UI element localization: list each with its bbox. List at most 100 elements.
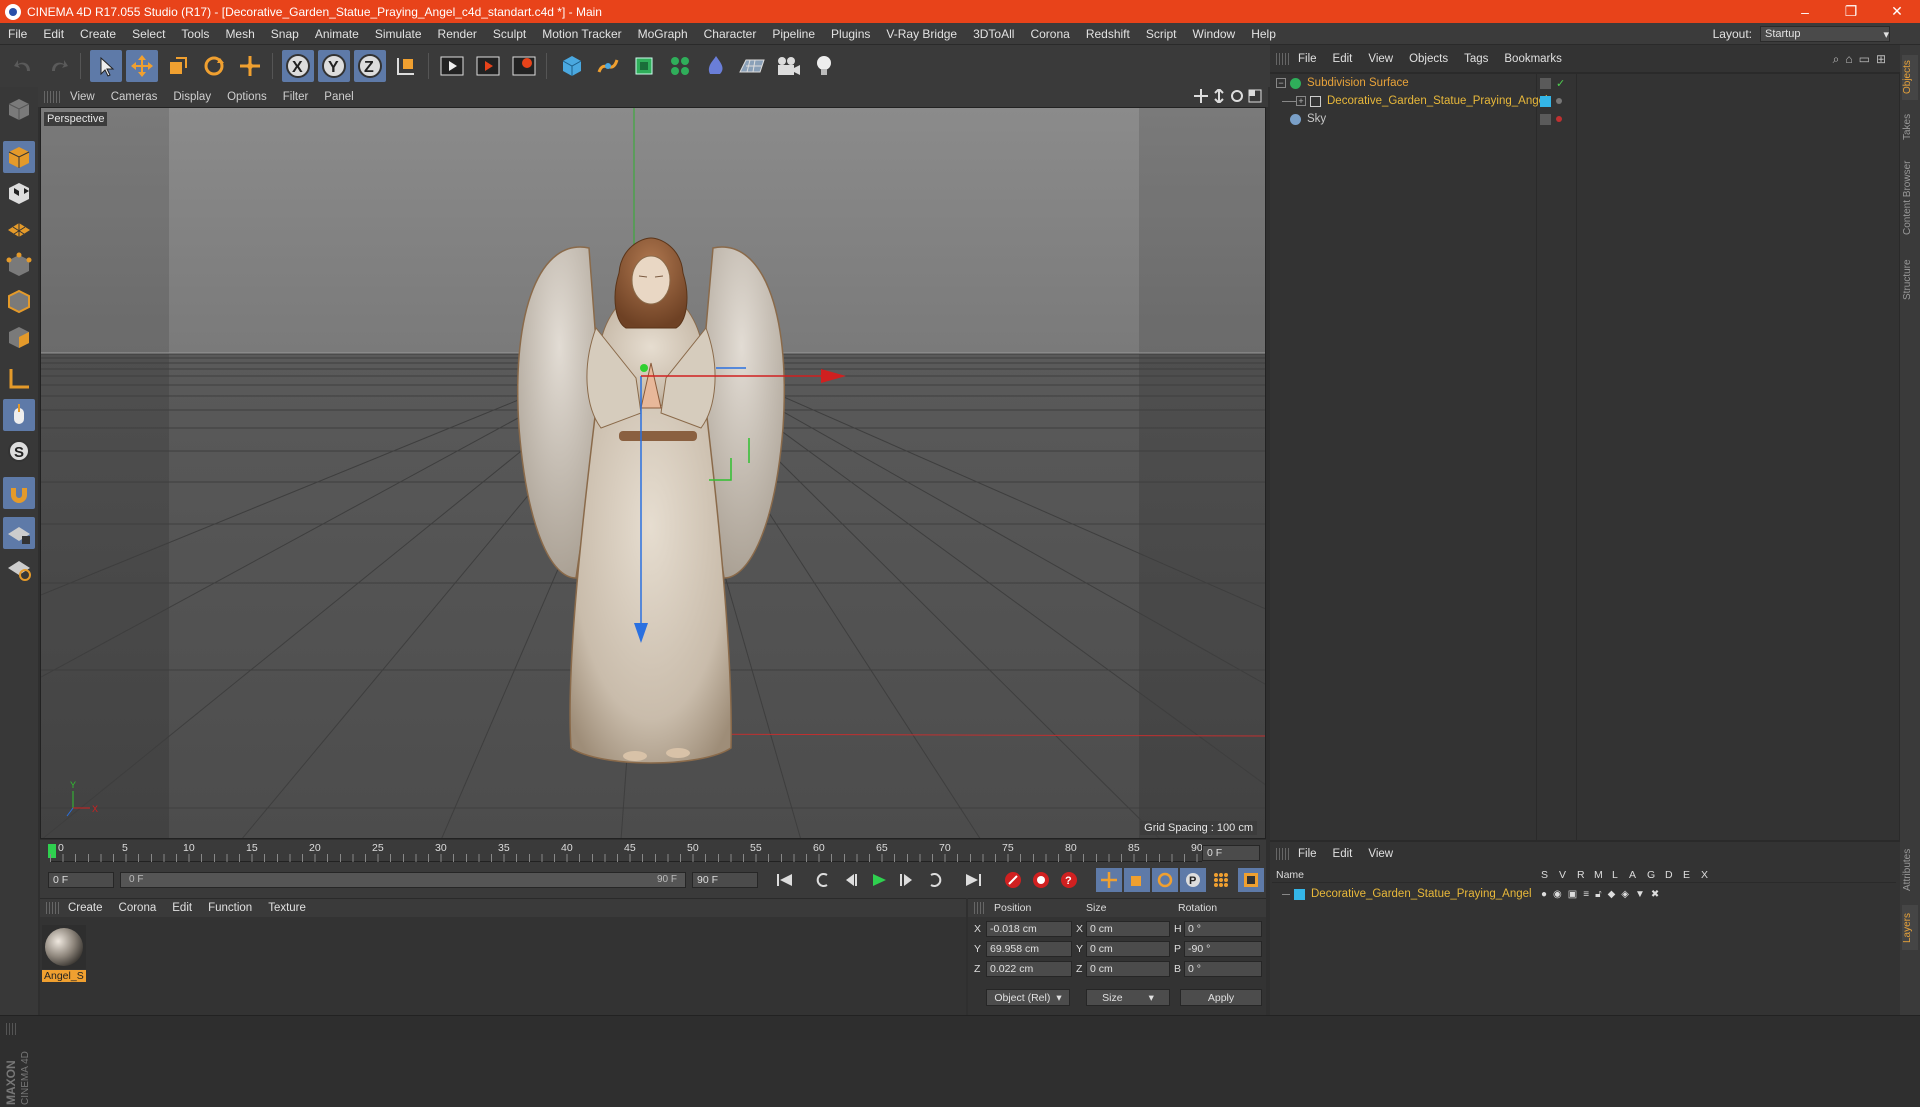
viewport-menu-filter[interactable]: Filter [275,91,317,103]
rotate-tool-icon[interactable] [198,50,230,82]
current-frame-field[interactable]: 0 F [1202,845,1260,861]
objects-menu-bookmarks[interactable]: Bookmarks [1496,53,1570,65]
menu-corona[interactable]: Corona [1022,27,1077,41]
menu-script[interactable]: Script [1138,27,1185,41]
menu-sculpt[interactable]: Sculpt [485,27,534,41]
point-level-key-icon[interactable] [1208,868,1234,892]
objects-menu-view[interactable]: View [1360,53,1401,65]
column-xrefs[interactable]: X [1701,869,1708,881]
viewport-menu-display[interactable]: Display [165,91,219,103]
points-mode-icon[interactable] [3,249,35,281]
snap-icon[interactable] [3,477,35,509]
panel-grip-icon[interactable] [1276,53,1290,65]
preview-range-slider[interactable]: 0 F 90 F [120,872,686,888]
render-toggle-icon[interactable]: ▣ [1568,889,1577,900]
material-menu-edit[interactable]: Edit [164,902,200,914]
go-to-start-icon[interactable] [772,868,798,892]
viewport-menu-cameras[interactable]: Cameras [103,91,166,103]
material-swatch[interactable]: Angel_S [42,925,86,985]
position-key-icon[interactable] [1096,868,1122,892]
search-icon[interactable]: ⌕ [1833,52,1840,67]
rotation-key-icon[interactable] [1152,868,1178,892]
workplane-rotate-icon[interactable] [3,553,35,585]
viewport-menu-view[interactable]: View [62,91,103,103]
tab-objects[interactable]: Objects [1902,55,1918,100]
lock-toggle-icon[interactable]: 🔓︎ [1595,889,1601,900]
material-menu-create[interactable]: Create [60,902,111,914]
workplane-mode-icon[interactable] [3,213,35,245]
menu-motion-tracker[interactable]: Motion Tracker [534,27,629,41]
menu-render[interactable]: Render [430,27,485,41]
menu-file[interactable]: File [0,27,35,41]
object-row-sky[interactable]: Sky [1272,110,1896,128]
camera-icon[interactable] [772,50,804,82]
tab-takes[interactable]: Takes [1902,107,1918,147]
layer-color-icon[interactable] [1540,95,1551,107]
menu-character[interactable]: Character [696,27,765,41]
material-menu-corona[interactable]: Corona [111,902,165,914]
menu-help[interactable]: Help [1243,27,1284,41]
layers-menu-view[interactable]: View [1360,848,1401,860]
pen-spline-icon[interactable] [592,50,624,82]
layers-menu-edit[interactable]: Edit [1325,848,1361,860]
column-render[interactable]: R [1577,869,1585,881]
home-icon[interactable]: ⌂ [1845,52,1852,67]
menu-3dtoall[interactable]: 3DToAll [965,27,1022,41]
render-view-icon[interactable] [436,50,468,82]
panel-grip-icon[interactable] [44,91,62,103]
rotation-p-field[interactable]: -90 ° [1184,941,1262,957]
recent-tools-icon[interactable] [234,50,266,82]
object-row-angel-statue[interactable]: + Decorative_Garden_Statue_Praying_Angel [1272,92,1896,110]
move-tool-icon[interactable] [126,50,158,82]
size-x-field[interactable]: 0 cm [1086,921,1170,937]
menu-mograph[interactable]: MoGraph [630,27,696,41]
position-z-field[interactable]: 0.022 cm [986,961,1072,977]
next-frame-icon[interactable] [894,868,920,892]
menu-snap[interactable]: Snap [263,27,307,41]
expand-icon[interactable]: + [1296,96,1306,106]
menu-select[interactable]: Select [124,27,173,41]
size-mode-dropdown[interactable]: Size ▾ [1086,989,1170,1006]
menu-tools[interactable]: Tools [173,27,217,41]
manager-toggle-icon[interactable]: ≡ [1583,889,1589,900]
enabled-check-icon[interactable]: ✓ [1556,77,1565,90]
solo-toggle-icon[interactable]: ● [1541,889,1547,900]
solo-mode-icon[interactable]: S [3,435,35,467]
panel-grip-icon[interactable] [1276,848,1290,860]
column-animation[interactable]: A [1629,869,1636,881]
objects-menu-tags[interactable]: Tags [1456,53,1496,65]
scale-tool-icon[interactable] [162,50,194,82]
deformer-toggle-icon[interactable]: ▼ [1635,889,1645,900]
visibility-tag-icon[interactable] [1540,77,1551,89]
expression-toggle-icon[interactable]: ✖ [1651,889,1659,900]
perspective-viewport[interactable]: Y X Perspective Grid Spacing : 100 cm [40,107,1266,839]
timeline-ruler[interactable]: 0 5 10 15 20 25 30 35 40 45 50 55 60 65 … [48,842,1203,862]
rotation-h-field[interactable]: 0 ° [1184,921,1262,937]
generator-toggle-icon[interactable]: ◈ [1621,889,1629,900]
layer-color-swatch[interactable] [1294,888,1305,900]
menu-vray-bridge[interactable]: V-Ray Bridge [878,27,965,41]
tab-content-browser[interactable]: Content Browser [1902,153,1918,243]
menu-window[interactable]: Window [1185,27,1244,41]
menu-mesh[interactable]: Mesh [217,27,262,41]
start-frame-field[interactable]: 0 F [48,872,114,888]
pan-view-icon[interactable] [1194,89,1208,103]
menu-plugins[interactable]: Plugins [823,27,878,41]
minimize-panel-icon[interactable]: ▭ [1859,52,1870,67]
position-x-field[interactable]: -0.018 cm [986,921,1072,937]
menu-animate[interactable]: Animate [307,27,367,41]
column-locked[interactable]: L [1612,869,1618,881]
rotate-view-icon[interactable] [1230,89,1244,103]
tab-structure[interactable]: Structure [1902,250,1918,310]
material-menu-function[interactable]: Function [200,902,260,914]
tab-layers[interactable]: Layers [1902,905,1918,950]
go-to-end-icon[interactable] [960,868,986,892]
parameter-key-icon[interactable]: P [1180,868,1206,892]
render-dot-icon[interactable] [1556,116,1562,122]
scale-key-icon[interactable] [1124,868,1150,892]
menu-simulate[interactable]: Simulate [367,27,430,41]
apply-button[interactable]: Apply [1180,989,1262,1006]
light-icon[interactable] [808,50,840,82]
undo-icon[interactable] [8,50,40,82]
make-editable-icon[interactable] [3,93,35,125]
